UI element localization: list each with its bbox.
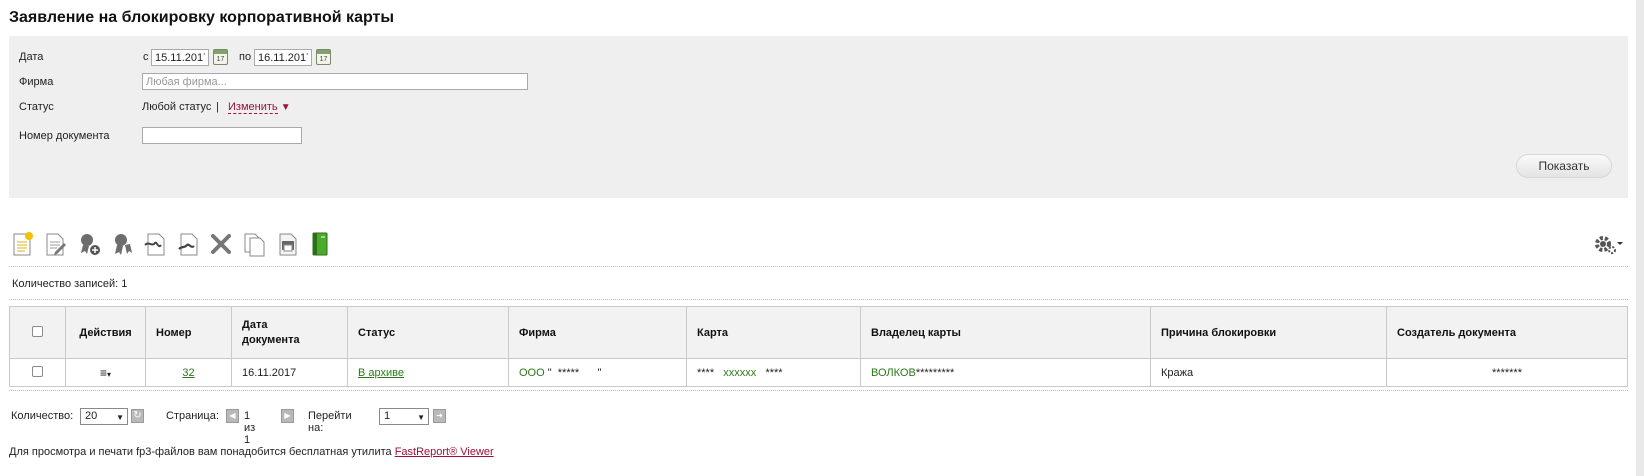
row-firm-cell: ООО " ***** "	[508, 358, 687, 387]
refresh-icon[interactable]: ↻	[131, 409, 144, 423]
divider	[9, 390, 1628, 391]
firm-label: Фирма	[19, 76, 54, 88]
date-to-input[interactable]	[254, 49, 312, 66]
document-number-link[interactable]: 32	[182, 367, 194, 379]
date-to-label: по	[239, 51, 252, 63]
column-header-owner[interactable]: Владелец карты	[860, 306, 1151, 359]
card-part-1: ****	[697, 366, 715, 379]
date-label: Дата	[19, 51, 44, 63]
documents-table: Действия Номер Дата документа Статус Фир…	[9, 306, 1628, 387]
row-checkbox[interactable]	[32, 365, 43, 377]
row-actions-cell: ≡▾	[65, 358, 146, 387]
status-change-link[interactable]: Изменить ▼	[228, 101, 291, 114]
chevron-down-icon: ▼	[417, 413, 425, 422]
footer-text: Для просмотра и печати fp3-файлов вам по…	[9, 446, 392, 458]
row-status-cell: В архиве	[347, 358, 509, 387]
count-label: Количество:	[11, 410, 74, 422]
owner-rest: *********	[915, 366, 955, 379]
chevron-down-icon[interactable]: ▼	[281, 102, 291, 113]
page-scroll-edge	[1636, 0, 1644, 476]
sign-document-icon[interactable]	[143, 231, 167, 257]
print-icon[interactable]	[275, 231, 299, 257]
chevron-down-icon: ▼	[116, 413, 124, 422]
card-part-2: xxxxxx	[723, 366, 757, 379]
footer-note: Для просмотра и печати fp3-файлов вам по…	[9, 446, 494, 458]
row-card-cell: **** xxxxxx ****	[686, 358, 861, 387]
column-header-creator[interactable]: Создатель документа	[1386, 306, 1628, 359]
divider	[9, 299, 1628, 300]
select-all-checkbox[interactable]	[32, 325, 43, 337]
column-header-status[interactable]: Статус	[347, 306, 509, 359]
status-link[interactable]: В архиве	[358, 367, 404, 379]
show-button[interactable]: Показать	[1516, 154, 1612, 178]
table-header-row: Действия Номер Дата документа Статус Фир…	[9, 306, 1628, 359]
row-select-cell	[9, 358, 66, 387]
row-creator-cell: *******	[1386, 358, 1628, 387]
edit-document-icon[interactable]	[44, 231, 68, 257]
status-change-label[interactable]: Изменить	[228, 101, 278, 114]
page-title: Заявление на блокировку корпоративной ка…	[9, 9, 395, 26]
verify-document-icon[interactable]	[176, 231, 200, 257]
status-separator: |	[216, 101, 219, 113]
column-header-reason[interactable]: Причина блокировки	[1150, 306, 1387, 359]
goto-label: Перейти на:	[308, 410, 352, 434]
fastreport-viewer-link[interactable]: FastReport® Viewer	[395, 446, 494, 458]
delete-icon[interactable]	[209, 231, 233, 257]
next-page-icon[interactable]: ▶	[281, 409, 294, 423]
column-header-card[interactable]: Карта	[686, 306, 861, 359]
goto-select-value: 1	[384, 410, 391, 422]
count-select-value: 20	[85, 410, 98, 422]
row-date-cell: 16.11.2017	[231, 358, 348, 387]
column-header-date[interactable]: Дата документа	[231, 306, 348, 359]
calendar-from-icon[interactable]: 17	[213, 49, 228, 65]
calendar-to-icon[interactable]: 17	[316, 49, 331, 65]
status-label: Статус	[19, 101, 54, 113]
count-select[interactable]: 20 ▼	[80, 408, 128, 425]
divider	[9, 266, 1628, 267]
copy-icon[interactable]	[242, 231, 266, 257]
prev-page-icon[interactable]: ◀	[226, 409, 239, 423]
table-row[interactable]: ≡▾ 32 16.11.2017 В архиве ООО " ***** " …	[9, 358, 1628, 387]
gear-icon[interactable]	[1592, 233, 1624, 257]
goto-select[interactable]: 1 ▼	[379, 408, 429, 425]
filter-panel: Дата с 17 по 17 Фирма Статус Любой стату…	[9, 36, 1628, 198]
page-value: 1 из 1	[244, 410, 256, 446]
firm-type: ООО	[519, 366, 545, 379]
select-all-cell	[9, 306, 66, 359]
row-owner-cell: ВОЛКОВ*********	[860, 358, 1151, 387]
firm-name: " ***** "	[547, 366, 602, 379]
firm-input[interactable]	[142, 73, 528, 90]
status-value: Любой статус	[142, 101, 212, 113]
signature-icon[interactable]	[110, 231, 134, 257]
page-label: Страница:	[166, 410, 219, 422]
column-header-number[interactable]: Номер	[145, 306, 232, 359]
column-header-date-label: Дата документа	[242, 318, 300, 346]
row-number-cell: 32	[145, 358, 232, 387]
date-from-label: с	[143, 51, 149, 63]
date-from-input[interactable]	[151, 49, 209, 66]
column-header-firm[interactable]: Фирма	[508, 306, 687, 359]
docnum-label: Номер документа	[19, 130, 110, 142]
records-count: Количество записей: 1	[12, 278, 128, 290]
menu-icon[interactable]: ≡▾	[100, 366, 111, 380]
docnum-input[interactable]	[142, 127, 302, 144]
row-reason-cell: Кража	[1150, 358, 1387, 387]
go-arrow-icon[interactable]: ➜	[433, 409, 446, 423]
card-part-3: ****	[765, 366, 783, 379]
add-signature-icon[interactable]	[77, 231, 101, 257]
column-header-actions[interactable]: Действия	[65, 306, 146, 359]
owner-surname: ВОЛКОВ	[871, 366, 916, 379]
new-document-icon[interactable]	[11, 231, 35, 257]
archive-icon[interactable]	[308, 231, 332, 257]
